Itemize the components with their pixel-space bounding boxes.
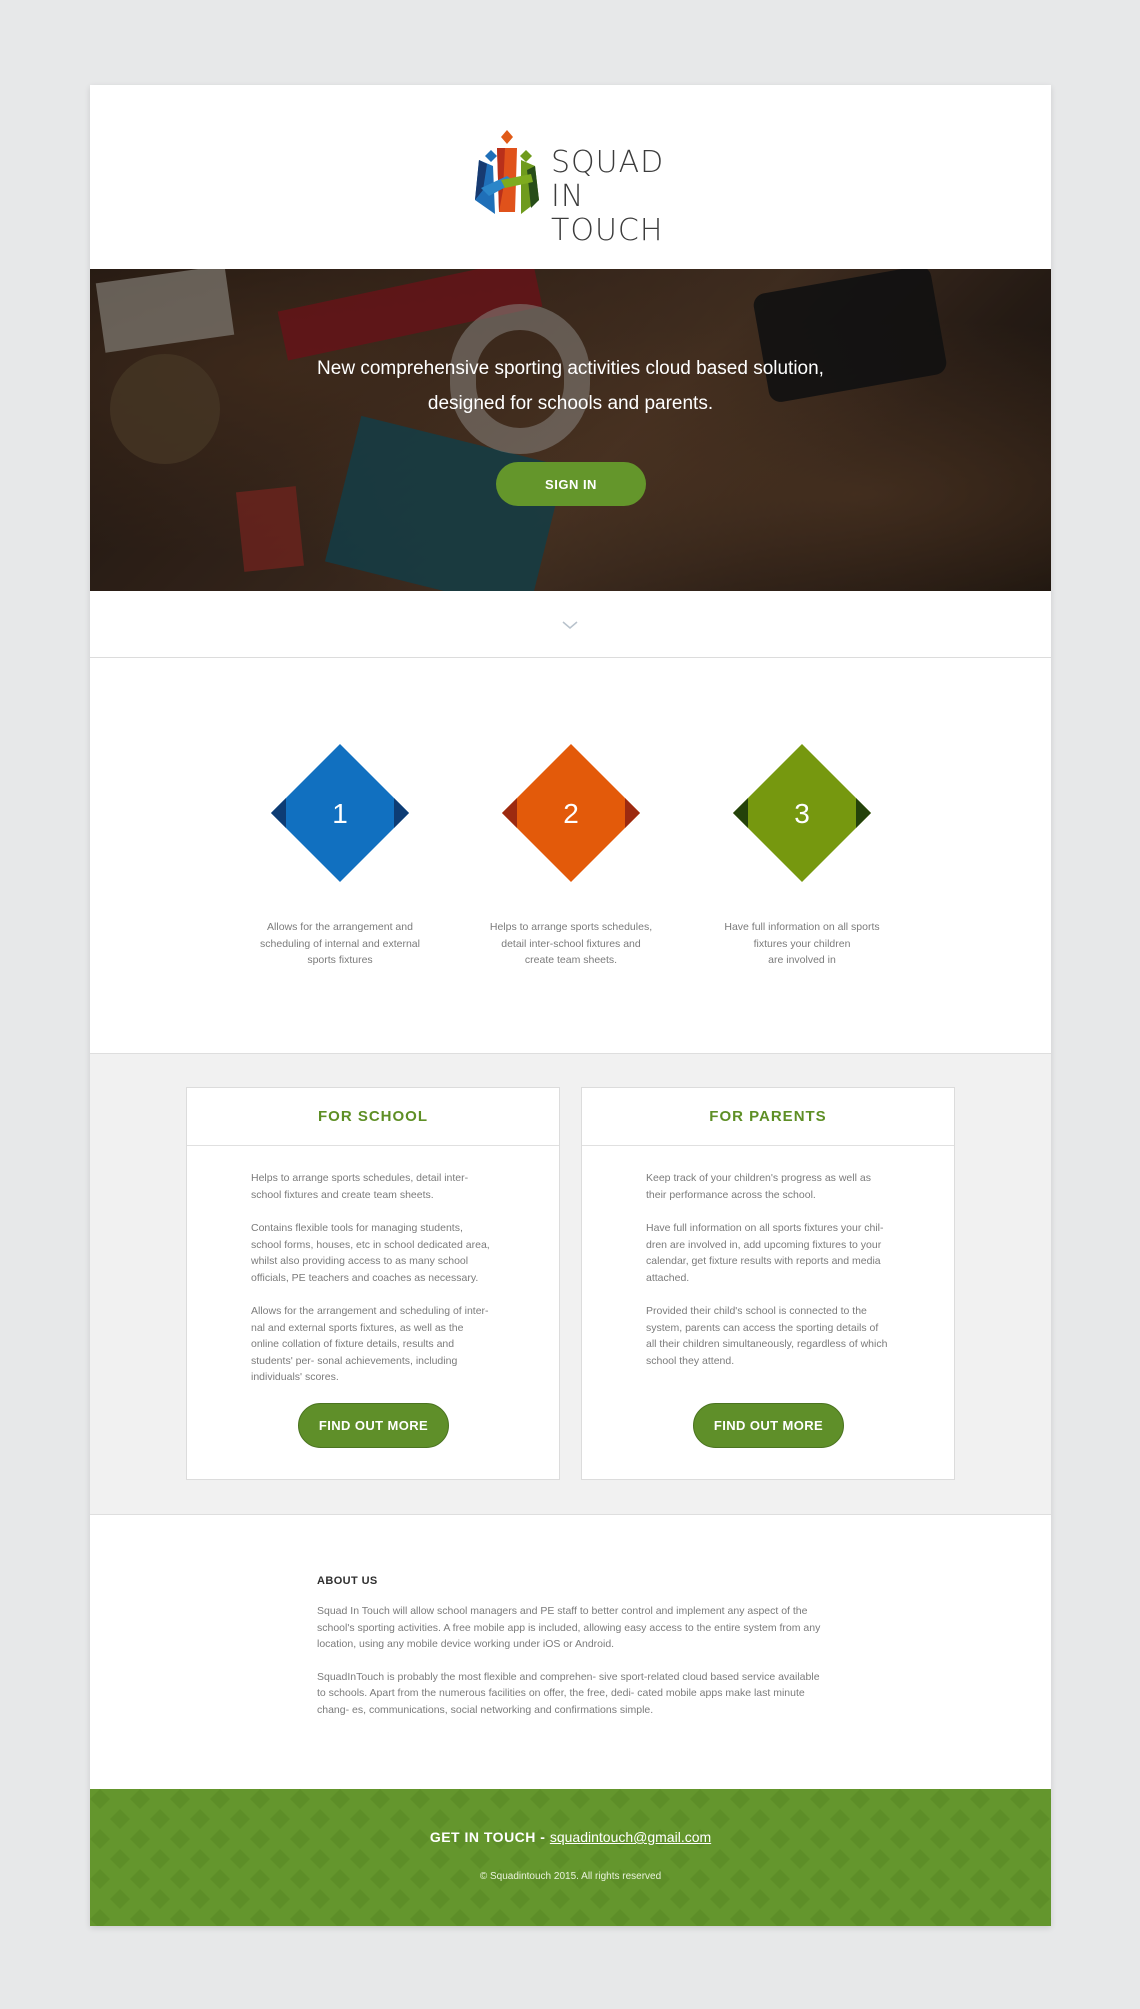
step-1-number: 1	[332, 798, 348, 829]
step-3: 3 Have full information on all sports fi…	[702, 743, 902, 969]
step-1-diamond: 1	[270, 743, 410, 883]
chevron-down-icon[interactable]	[560, 618, 580, 632]
hero-tagline-line-1: New comprehensive sporting activities cl…	[317, 358, 824, 379]
hero-overlay	[90, 269, 1051, 591]
footer-pattern	[90, 1789, 1051, 1926]
step-2-desc-line-1: Helps to arrange sports schedules,	[489, 921, 653, 933]
about-heading: ABOUT US	[317, 1575, 378, 1587]
step-1-desc-line-3: sports fixtures	[307, 954, 373, 966]
page-container: SQUAD IN TOUCH New comprehensive sportin…	[90, 85, 1051, 1926]
logo-line-2: IN TOUCH	[551, 179, 664, 248]
for-school-paragraph-2: Contains flexible tools for managing stu…	[251, 1222, 490, 1284]
get-in-touch-label: GET IN TOUCH -	[429, 1829, 550, 1845]
step-1: 1 Allows for the arrangement and schedul…	[240, 743, 440, 969]
step-2-description: Helps to arrange sports schedules, detai…	[471, 919, 671, 969]
step-2: 2 Helps to arrange sports schedules, det…	[471, 743, 671, 969]
for-parents-paragraph-1: Keep track of your children's progress a…	[646, 1172, 871, 1201]
audience-section: FOR SCHOOL Helps to arrange sports sched…	[90, 1053, 1051, 1515]
step-1-desc-line-1: Allows for the arrangement and	[267, 921, 413, 933]
for-school-card: FOR SCHOOL Helps to arrange sports sched…	[186, 1087, 560, 1480]
logo-mark-icon	[475, 130, 539, 214]
about-paragraph-1: Squad In Touch will allow school manager…	[317, 1605, 821, 1650]
step-1-description: Allows for the arrangement and schedulin…	[240, 919, 440, 969]
step-1-desc-line-2: scheduling of internal and external	[260, 937, 420, 950]
logo-wordmark: SQUAD IN TOUCH	[551, 146, 681, 248]
step-2-diamond: 2	[501, 743, 641, 883]
for-school-body: Helps to arrange sports schedules, detai…	[187, 1146, 559, 1386]
find-out-more-school-button[interactable]: FIND OUT MORE	[298, 1403, 449, 1448]
step-3-desc-line-1: Have full information on all sports	[724, 921, 880, 933]
get-in-touch: GET IN TOUCH - squadintouch@gmail.com	[90, 1829, 1051, 1845]
for-parents-body: Keep track of your children's progress a…	[582, 1146, 954, 1369]
for-parents-title: FOR PARENTS	[582, 1088, 954, 1146]
step-3-desc-line-3: are involved in	[768, 954, 836, 966]
for-school-title: FOR SCHOOL	[187, 1088, 559, 1146]
about-paragraph-2: SquadInTouch is probably the most flexib…	[317, 1670, 820, 1716]
step-2-desc-line-2: detail inter-school fixtures and	[501, 937, 641, 950]
site-logo[interactable]: SQUAD IN TOUCH	[471, 130, 681, 248]
diamond-icon: 1	[271, 744, 409, 882]
diamond-icon: 2	[502, 744, 640, 882]
for-parents-paragraph-2: Have full information on all sports fixt…	[646, 1222, 884, 1284]
step-2-number: 2	[563, 798, 579, 829]
about-section: ABOUT US Squad In Touch will allow schoo…	[317, 1575, 827, 1734]
step-2-desc-line-3: create team sheets.	[524, 954, 618, 966]
step-3-description: Have full information on all sports fixt…	[702, 919, 902, 969]
for-parents-card: FOR PARENTS Keep track of your children'…	[581, 1087, 955, 1480]
site-header: SQUAD IN TOUCH	[90, 85, 1051, 269]
hero-tagline-line-2: designed for schools and parents.	[427, 393, 714, 414]
for-school-paragraph-3: Allows for the arrangement and schedulin…	[251, 1305, 489, 1383]
for-parents-paragraph-3: Provided their child's school is connect…	[646, 1305, 888, 1367]
section-divider	[90, 657, 1051, 658]
step-3-diamond: 3	[732, 743, 872, 883]
logo-line-1: SQUAD	[551, 145, 665, 180]
contact-email-link[interactable]: squadintouch@gmail.com	[550, 1829, 711, 1845]
find-out-more-parents-button[interactable]: FIND OUT MORE	[693, 1403, 844, 1448]
for-school-paragraph-1: Helps to arrange sports schedules, detai…	[251, 1172, 469, 1201]
hero-banner: New comprehensive sporting activities cl…	[90, 269, 1051, 591]
sign-in-button[interactable]: SIGN IN	[496, 462, 646, 506]
step-3-number: 3	[794, 798, 810, 829]
site-footer: GET IN TOUCH - squadintouch@gmail.com © …	[90, 1789, 1051, 1926]
hero-tagline: New comprehensive sporting activities cl…	[240, 351, 901, 421]
diamond-icon: 3	[733, 744, 871, 882]
copyright: © Squadintouch 2015. All rights reserved	[479, 1871, 662, 1882]
step-3-desc-line-2: fixtures your children	[753, 937, 851, 950]
